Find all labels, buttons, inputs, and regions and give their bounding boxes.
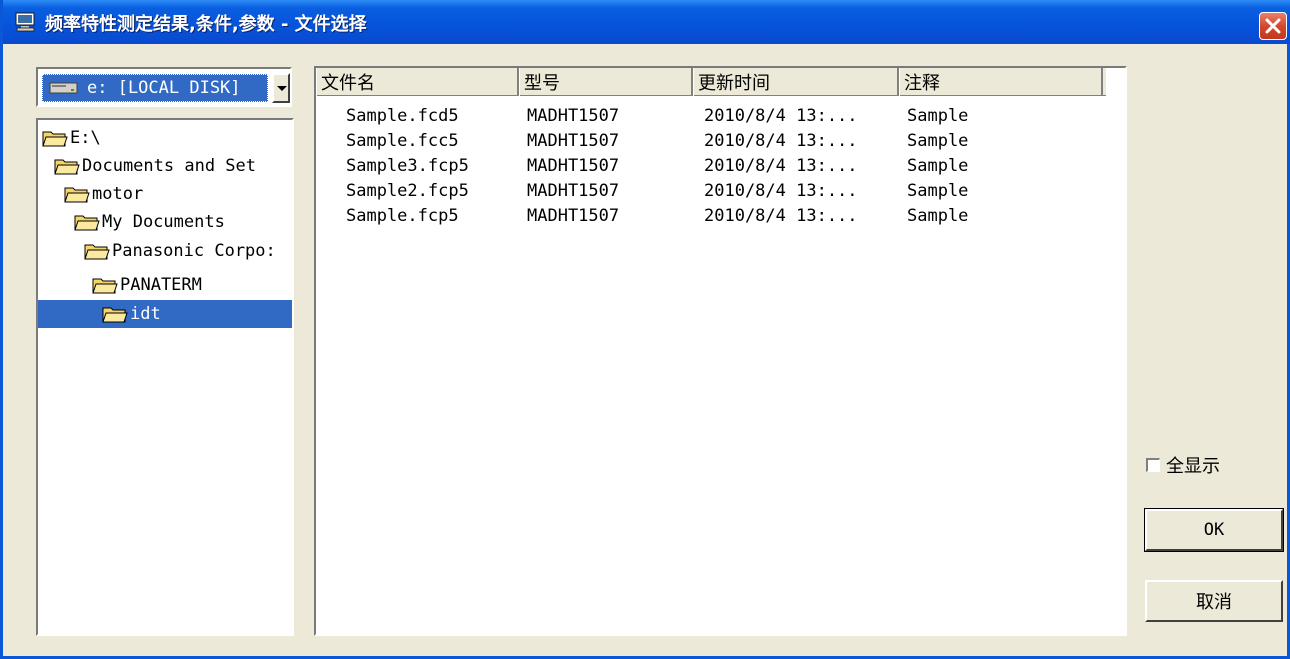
- cancel-button[interactable]: 取消: [1145, 580, 1283, 622]
- cell-filename: Sample.fcd5: [346, 106, 459, 126]
- column-header-label: 型号: [524, 73, 560, 94]
- tree-item-label: My Documents: [102, 212, 225, 232]
- computer-icon: [15, 12, 35, 32]
- tree-item-motor[interactable]: motor: [64, 180, 143, 208]
- cell-updated: 2010/8/4 13:...: [704, 181, 858, 201]
- window-title: 频率特性测定结果,条件,参数 - 文件选择: [45, 14, 367, 35]
- title-bar[interactable]: 频率特性测定结果,条件,参数 - 文件选择: [3, 0, 1290, 44]
- tree-item-my-documents[interactable]: My Documents: [74, 208, 225, 236]
- open-folder-icon: [92, 278, 118, 294]
- open-folder-icon: [74, 215, 100, 231]
- table-row[interactable]: Sample2.fcp5 MADHT1507 2010/8/4 13:... S…: [316, 178, 1106, 204]
- cell-comment: Sample: [907, 206, 969, 226]
- open-folder-icon: [54, 159, 80, 175]
- tree-item-label: motor: [92, 184, 144, 204]
- drive-dropdown-button[interactable]: [272, 73, 290, 103]
- column-header-updated[interactable]: 更新时间: [693, 68, 899, 96]
- cell-updated: 2010/8/4 13:...: [704, 131, 858, 151]
- file-select-dialog: 频率特性测定结果,条件,参数 - 文件选择 e: [LOCAL DISK] E:…: [0, 0, 1290, 659]
- close-icon: [1265, 18, 1281, 34]
- cell-model: MADHT1507: [527, 156, 620, 176]
- cell-model: MADHT1507: [527, 206, 620, 226]
- drive-label: e: [LOCAL DISK]: [87, 78, 241, 98]
- table-row[interactable]: Sample3.fcp5 MADHT1507 2010/8/4 13:... S…: [316, 153, 1106, 179]
- disk-drive-icon: [49, 82, 78, 94]
- column-header-label: 更新时间: [698, 73, 770, 94]
- tree-item-documents-and-settings[interactable]: Documents and Set: [54, 152, 256, 180]
- cell-comment: Sample: [907, 131, 969, 151]
- table-row[interactable]: Sample.fcc5 MADHT1507 2010/8/4 13:... Sa…: [316, 128, 1106, 154]
- table-row[interactable]: Sample.fcd5 MADHT1507 2010/8/4 13:... Sa…: [316, 103, 1106, 129]
- cell-model: MADHT1507: [527, 106, 620, 126]
- tree-item-label: idt: [130, 304, 161, 324]
- open-folder-icon: [102, 307, 128, 323]
- file-list-header: 文件名 型号 更新时间 注释: [316, 68, 1106, 96]
- folder-tree[interactable]: E:\ Documents and Set motor My Documents…: [36, 118, 294, 636]
- show-all-checkbox[interactable]: [1146, 458, 1160, 472]
- tree-item-e-root[interactable]: E:\: [42, 124, 101, 152]
- tree-item-label: E:\: [70, 128, 101, 148]
- open-folder-icon: [42, 131, 68, 147]
- show-all-label: 全显示: [1166, 456, 1220, 477]
- column-header-filename[interactable]: 文件名: [316, 68, 519, 96]
- show-all-option[interactable]: 全显示: [1146, 452, 1220, 478]
- tree-item-panaterm[interactable]: PANATERM: [92, 271, 202, 299]
- cell-updated: 2010/8/4 13:...: [704, 106, 858, 126]
- open-folder-icon: [64, 187, 90, 203]
- ok-button[interactable]: OK: [1144, 508, 1284, 552]
- cell-filename: Sample3.fcp5: [346, 156, 469, 176]
- chevron-down-icon: [277, 86, 287, 91]
- cell-updated: 2010/8/4 13:...: [704, 156, 858, 176]
- cell-filename: Sample.fcc5: [346, 131, 459, 151]
- drive-selector[interactable]: e: [LOCAL DISK]: [36, 67, 292, 107]
- column-header-label: 文件名: [321, 73, 375, 94]
- file-list[interactable]: 文件名 型号 更新时间 注释 Sample.fcd5 MADHT1507 201…: [314, 66, 1127, 636]
- cell-updated: 2010/8/4 13:...: [704, 206, 858, 226]
- tree-item-idt[interactable]: idt: [38, 300, 292, 328]
- tree-item-panasonic[interactable]: Panasonic Corpo:: [84, 237, 276, 265]
- tree-item-label: Panasonic Corpo:: [112, 241, 276, 261]
- cell-filename: Sample2.fcp5: [346, 181, 469, 201]
- table-row[interactable]: Sample.fcp5 MADHT1507 2010/8/4 13:... Sa…: [316, 203, 1106, 229]
- open-folder-icon: [84, 244, 110, 260]
- cell-model: MADHT1507: [527, 131, 620, 151]
- cell-filename: Sample.fcp5: [346, 206, 459, 226]
- column-header-label: 注释: [904, 73, 940, 94]
- cell-comment: Sample: [907, 106, 969, 126]
- cell-comment: Sample: [907, 156, 969, 176]
- column-header-model[interactable]: 型号: [519, 68, 693, 96]
- tree-item-label: PANATERM: [120, 275, 202, 295]
- column-header-comment[interactable]: 注释: [899, 68, 1103, 96]
- cell-model: MADHT1507: [527, 181, 620, 201]
- drive-selected-value[interactable]: e: [LOCAL DISK]: [42, 74, 268, 102]
- close-button[interactable]: [1259, 12, 1287, 40]
- cell-comment: Sample: [907, 181, 969, 201]
- tree-item-label: Documents and Set: [82, 156, 256, 176]
